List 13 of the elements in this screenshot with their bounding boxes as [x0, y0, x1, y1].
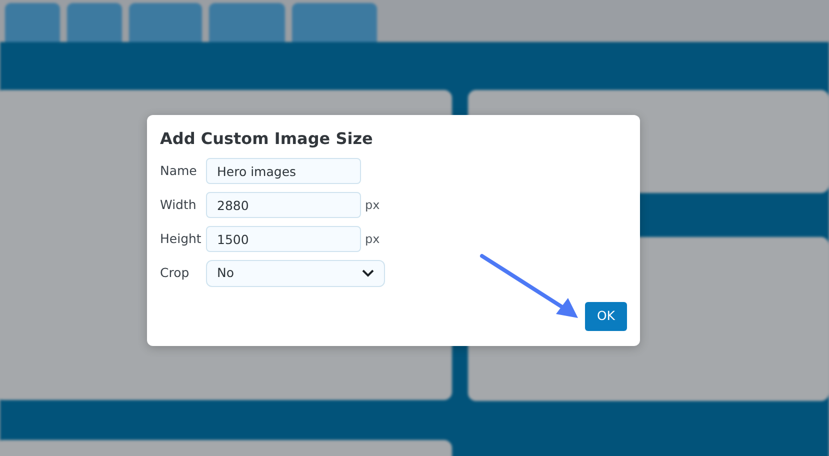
unit-label: px	[365, 231, 380, 248]
field-label: Width	[160, 196, 198, 214]
chevron-down-icon	[362, 269, 374, 278]
unit-label: px	[365, 197, 380, 214]
field-label: Name	[160, 162, 198, 180]
input-field[interactable]: 2880	[206, 192, 361, 218]
field-label: Crop	[160, 264, 190, 282]
field-label: Height	[160, 230, 202, 248]
input-field[interactable]: Hero images	[206, 158, 361, 184]
select-field[interactable]: No	[206, 260, 385, 287]
dialog-title: Add Custom Image Size	[160, 129, 374, 148]
input-field[interactable]: 1500	[206, 226, 361, 252]
ok-button[interactable]: OK	[584, 302, 627, 331]
